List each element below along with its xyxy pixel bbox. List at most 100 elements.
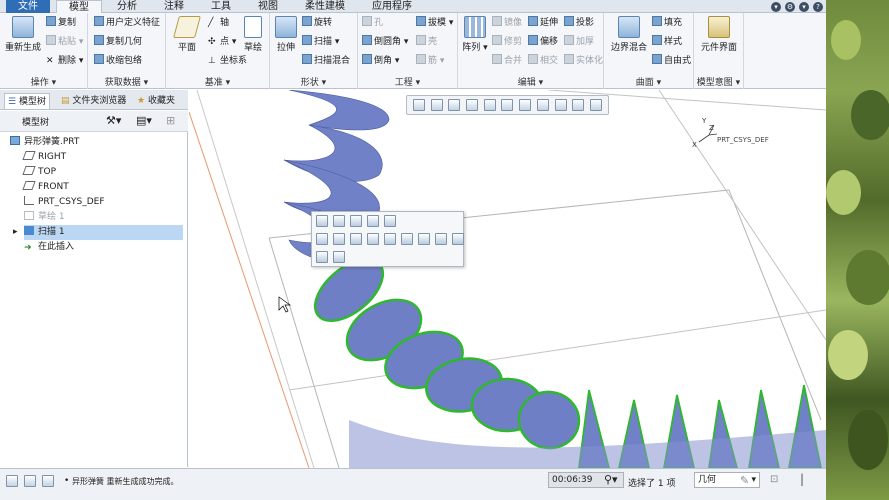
draft-button[interactable]: 拔模 ▾ [416, 16, 453, 30]
sketch-button[interactable]: 草绘 [238, 16, 268, 53]
sweep-small-icon[interactable] [384, 233, 396, 245]
component-interface-button[interactable]: 元件界面 [696, 16, 742, 53]
style-small-icon[interactable] [401, 233, 413, 245]
spring-model[interactable] [283, 90, 826, 468]
group-label-operations[interactable]: 操作 ▾ [0, 75, 87, 88]
chamfer-button[interactable]: 倒角 ▾ [362, 54, 399, 68]
refit-icon[interactable] [412, 99, 425, 111]
edit-definition-icon[interactable] [333, 215, 345, 227]
tab-favorites[interactable]: ★ 收藏夹 [134, 93, 178, 109]
solidify-button[interactable]: 实体化 [564, 54, 603, 68]
group-label-datum[interactable]: 基准 ▾ [166, 75, 269, 88]
csys-small-icon[interactable] [367, 233, 379, 245]
selection-filter[interactable]: 几何 ▾ [694, 472, 760, 488]
csys-button[interactable]: ⊥ 坐标系 [208, 54, 247, 68]
extrude-button[interactable]: 拉伸 [270, 16, 302, 53]
shrinkwrap-button[interactable]: 收缩包络 [94, 54, 142, 68]
trim-button[interactable]: 修剪 [492, 35, 522, 49]
tree-item-right[interactable]: RIGHT [22, 150, 183, 165]
tree-filter-icon[interactable]: ▤▾ [136, 114, 152, 127]
group-label-engineering[interactable]: 工程 ▾ [358, 75, 457, 88]
display-style-icon[interactable] [483, 99, 496, 111]
tab-model-tree[interactable]: ☰ 模型树 [4, 93, 50, 109]
swept-blend-button[interactable]: 扫描混合 [302, 54, 350, 68]
info-small-icon[interactable] [435, 233, 447, 245]
group-label-editing[interactable]: 编辑 ▾ [458, 75, 603, 88]
fullscreen-icon[interactable] [42, 475, 54, 487]
annotation-display-icon[interactable] [590, 99, 603, 111]
settings-icon[interactable]: ⚙ [785, 1, 795, 12]
axis-button[interactable]: ╱ 轴 [208, 16, 229, 30]
hide-small-icon[interactable] [418, 233, 430, 245]
shell-button[interactable]: 壳 [416, 35, 437, 49]
copy-geometry-button[interactable]: 复制几何 [94, 35, 142, 49]
delete-button[interactable]: ✕ 删除 ▾ [46, 54, 83, 68]
group-label-model-intent[interactable]: 模型意图 ▾ [694, 75, 743, 88]
tree-item-sketch1[interactable]: 草绘 1 [24, 210, 183, 225]
mirror-button[interactable]: 镜像 [492, 16, 522, 30]
tree-columns-icon[interactable]: ⊞ [166, 114, 175, 127]
group-label-surfaces[interactable]: 曲面 ▾ [604, 75, 693, 88]
freestyle-button[interactable]: 自由式 [652, 54, 691, 68]
regenerate-button[interactable]: 重新生成 [4, 16, 42, 53]
edit-references-icon[interactable] [350, 215, 362, 227]
suppress-icon[interactable] [367, 215, 379, 227]
copy-button[interactable]: 复制 [46, 16, 76, 30]
paste-button[interactable]: 粘贴 ▾ [46, 35, 83, 49]
intersect-button[interactable]: 相交 [528, 54, 558, 68]
plane-button[interactable]: 平面 [168, 16, 206, 53]
dimension-icon[interactable] [316, 215, 328, 227]
group-label-get-data[interactable]: 获取数据 ▾ [88, 75, 165, 88]
rib-button[interactable]: 筋 ▾ [416, 54, 444, 68]
tree-item-top[interactable]: TOP [22, 165, 183, 180]
tree-item-csys[interactable]: PRT_CSYS_DEF [24, 195, 183, 210]
navigator-toggle-icon[interactable] [6, 475, 18, 487]
project-button[interactable]: 投影 [564, 16, 594, 30]
tab-model[interactable]: 模型 [56, 0, 102, 14]
fill-button[interactable]: 填充 [652, 16, 682, 30]
tree-settings-icon[interactable]: ⚒▾ [106, 114, 121, 127]
round-button[interactable]: 倒圆角 ▾ [362, 35, 408, 49]
expand-icon[interactable]: ▸ [13, 225, 18, 240]
pattern-small-icon[interactable] [384, 215, 396, 227]
measure-small-icon[interactable] [316, 251, 328, 263]
tab-analysis[interactable]: 分析 [106, 0, 148, 13]
datum-display-icon[interactable] [554, 99, 567, 111]
style-button[interactable]: 样式 [652, 35, 682, 49]
tab-view[interactable]: 视图 [248, 0, 288, 13]
spin-center-icon[interactable] [572, 99, 585, 111]
tab-flexible-modeling[interactable]: 柔性建模 [294, 0, 356, 13]
hole-button[interactable]: 孔 [362, 16, 383, 30]
help-icon[interactable]: ? [813, 1, 823, 12]
tree-item-front[interactable]: FRONT [22, 180, 183, 195]
revolve-button[interactable]: 旋转 [302, 16, 332, 30]
pattern-button[interactable]: 阵列 ▾ [458, 16, 492, 53]
tab-applications[interactable]: 应用程序 [362, 0, 422, 13]
zoom-in-icon[interactable] [430, 99, 443, 111]
ruler-icon[interactable]: ⊡ [770, 474, 778, 485]
sweep-button[interactable]: 扫描 ▾ [302, 35, 339, 49]
boundary-blend-button[interactable]: 边界混合 [606, 16, 652, 53]
group-label-shapes[interactable]: 形状 ▾ [270, 75, 357, 88]
pencil-icon[interactable]: ✎ [740, 474, 749, 487]
user-defined-feature-button[interactable]: 用户定义特征 [94, 16, 160, 30]
offset-button[interactable]: 偏移 [528, 35, 558, 49]
merge-button[interactable]: 合并 [492, 54, 522, 68]
expand-icon[interactable]: ▾ [799, 1, 809, 12]
view-manager-icon[interactable] [519, 99, 532, 111]
visibility-icon[interactable] [333, 251, 345, 263]
tab-file[interactable]: 文件 [6, 0, 50, 13]
minimize-icon[interactable]: ▾ [771, 1, 781, 12]
tab-folder-browser[interactable]: ▤ 文件夹浏览器 [58, 93, 129, 109]
tree-item-insert-here[interactable]: ➜ 在此插入 [24, 240, 183, 255]
thicken-button[interactable]: 加厚 [564, 35, 594, 49]
properties-small-icon[interactable] [452, 233, 464, 245]
perspective-icon[interactable] [536, 99, 549, 111]
tab-annotate[interactable]: 注释 [154, 0, 194, 13]
saved-views-icon[interactable] [501, 99, 514, 111]
extend-button[interactable]: 延伸 [528, 16, 558, 30]
zoom-out-icon[interactable] [448, 99, 461, 111]
tab-tools[interactable]: 工具 [200, 0, 242, 13]
axis-small-icon[interactable] [333, 233, 345, 245]
graphics-viewport[interactable]: Y X Z PRT_CSYS_DEF [189, 90, 826, 468]
